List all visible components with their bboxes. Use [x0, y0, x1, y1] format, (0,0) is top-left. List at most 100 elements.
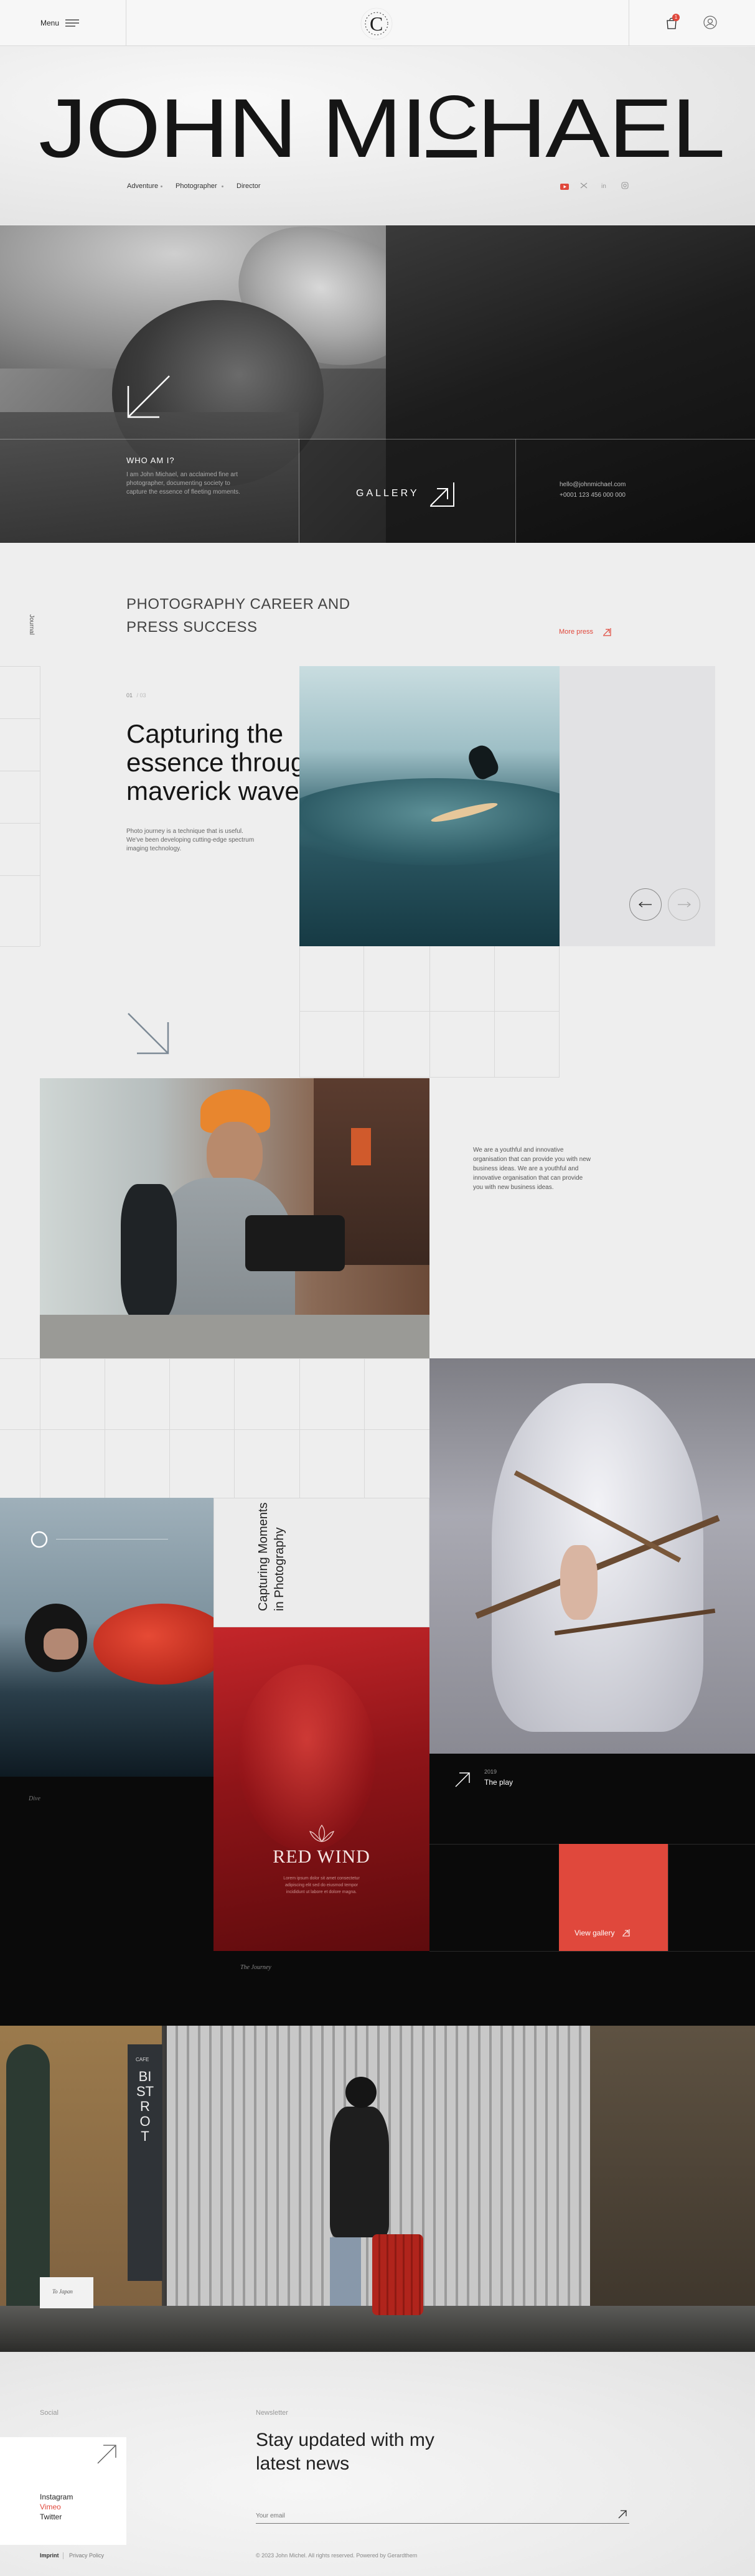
linkedin-icon: in: [601, 183, 606, 190]
privacy-link[interactable]: Privacy Policy: [69, 2552, 104, 2559]
photo-backpack: [121, 1184, 177, 1321]
press-heading-line2: PRESS SUCCESS: [126, 619, 258, 636]
red-wind-title: RED WIND: [273, 1846, 370, 1867]
hero-name-part2: HAEL: [477, 82, 725, 175]
press-counter-total: / 03: [136, 692, 146, 698]
newsletter-title-line1: Stay updated with my: [256, 2430, 434, 2450]
press-counter: 01 / 03: [126, 692, 146, 698]
grid-line: [559, 946, 560, 1077]
press-title-line3: maverick waves: [126, 776, 312, 806]
photo-man-body: [330, 2107, 389, 2237]
intro-email-link[interactable]: hello@johnmichael.com: [560, 481, 626, 488]
youtube-icon: [560, 184, 569, 190]
imprint-link[interactable]: Imprint: [40, 2552, 59, 2559]
prev-slide-button[interactable]: [629, 888, 662, 921]
arrow-left-icon: [639, 901, 652, 907]
bistrot-sign-text: BISTROT: [136, 2069, 154, 2144]
social-link-vimeo[interactable]: Vimeo: [40, 2503, 61, 2511]
newsletter-email-input[interactable]: [256, 2509, 629, 2524]
newsletter-title-line2: latest news: [256, 2453, 350, 2474]
cart-button[interactable]: 1: [664, 14, 680, 31]
newsletter-submit-button[interactable]: [616, 2509, 629, 2521]
twitter-icon: [580, 182, 588, 189]
social-label: Social: [40, 2409, 59, 2417]
account-button[interactable]: [702, 15, 718, 31]
vertical-title-line1: Capturing Moments: [256, 1502, 270, 1611]
gallery-button[interactable]: GALLERY: [349, 477, 473, 509]
portfolio-dark-middle: [213, 1951, 429, 2026]
diver-photo: [0, 1498, 213, 1777]
logo[interactable]: C: [358, 5, 395, 42]
arrow-up-right-icon: [455, 1772, 470, 1787]
menu-button[interactable]: Menu: [37, 15, 87, 31]
instagram-icon: [621, 182, 629, 189]
intro-photo: WHO AM I? I am John Michael, an acclaime…: [0, 225, 755, 543]
press-title-line2: essence through: [126, 748, 320, 777]
social-link-instagram[interactable]: Instagram: [40, 2493, 73, 2501]
red-wind-photo: RED WIND Lorem ipsum dolor sit amet cons…: [213, 1627, 429, 1951]
about-text: We are a youthful and innovative organis…: [473, 1147, 591, 1191]
cart-count-badge: 1: [672, 14, 680, 21]
photo-right-wall: [590, 2026, 755, 2318]
arrow-down-right-icon: [128, 1013, 169, 1055]
vertical-title-card: [213, 1498, 429, 1627]
photo-suitcase: [372, 2234, 423, 2315]
signature-journey: The Journey: [240, 1964, 271, 1971]
play-year: 2019: [484, 1769, 497, 1775]
hero-name: JOHN MICHAEL: [39, 82, 725, 175]
street-photo: CAFE BISTROT To Japan: [0, 2026, 755, 2352]
photo-diver-face: [44, 1629, 78, 1660]
linkedin-link[interactable]: in: [601, 181, 610, 190]
view-gallery-button[interactable]: View gallery: [559, 1844, 668, 1951]
menu-label: Menu: [40, 19, 60, 27]
newsletter-label: Newsletter: [256, 2409, 288, 2417]
grid-line: [0, 666, 40, 667]
grid-line: [0, 823, 40, 824]
grid-line: [364, 1358, 365, 1498]
cameraman-photo: [40, 1078, 429, 1358]
hero-role-1: Adventure: [127, 182, 159, 190]
more-press-label: More press: [559, 628, 594, 636]
portfolio-line: [429, 1951, 755, 1952]
grid-line: [299, 1358, 300, 1498]
more-press-link[interactable]: More press: [559, 627, 615, 638]
press-heading-line1: PHOTOGRAPHY CAREER AND: [126, 596, 350, 613]
page: { "header": { "menu_label": "Menu", "log…: [0, 0, 755, 2576]
grid-line: [494, 946, 495, 1077]
role-dot: [222, 186, 223, 187]
photo-hands: [560, 1545, 598, 1620]
lotus-icon: [309, 1824, 334, 1843]
user-icon: [703, 16, 717, 29]
social-link-twitter[interactable]: Twitter: [40, 2513, 62, 2521]
intro-heading: WHO AM I?: [126, 456, 175, 465]
bistrot-sign-small: CAFE: [136, 2057, 149, 2062]
grid-line: [169, 1358, 170, 1498]
photo-orange-sign: [351, 1128, 371, 1165]
intro-text: I am John Michael, an acclaimed fine art…: [126, 471, 240, 496]
site-header: Menu C 1: [0, 0, 755, 46]
street-badge: To Japan: [40, 2277, 93, 2308]
portfolio-dark-left: [0, 1777, 213, 2026]
intro-grid-line-v2: [515, 439, 516, 543]
instagram-link[interactable]: [621, 181, 630, 189]
hero-name-part1: JOHN MI: [39, 82, 428, 175]
press-side-label: Journal: [28, 614, 35, 635]
photo-raft: [93, 1604, 213, 1685]
arrow-up-right-icon: [97, 2445, 116, 2464]
hero-role-2: Photographer: [176, 182, 217, 190]
grid-line: [0, 718, 40, 719]
svg-text:in: in: [601, 183, 606, 189]
photo-fabric: [238, 1665, 375, 1851]
grid-line: [234, 1358, 235, 1498]
red-wind-caption: Lorem ipsum dolor sit amet consectetur a…: [283, 1876, 360, 1894]
hero-name-c: C: [426, 85, 479, 157]
hero-role-3: Director: [237, 182, 261, 190]
twitter-link[interactable]: [580, 181, 589, 189]
arrow-up-right-icon: [618, 2509, 627, 2518]
photo-camera: [245, 1215, 345, 1271]
surfer: [464, 741, 502, 783]
youtube-link[interactable]: [560, 182, 569, 190]
next-slide-button[interactable]: [668, 888, 700, 921]
intro-phone: +0001 123 456 000 000: [560, 492, 626, 499]
press-counter-current: 01: [126, 692, 133, 698]
